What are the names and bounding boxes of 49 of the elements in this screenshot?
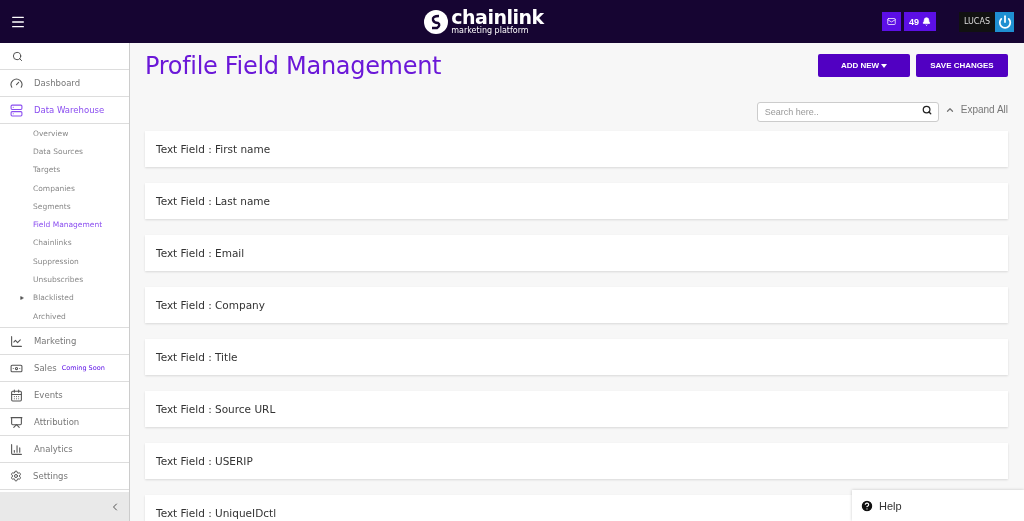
caret-icon[interactable] [20, 295, 24, 300]
bell-icon [921, 17, 931, 26]
search-icon[interactable] [12, 50, 23, 62]
field-card[interactable]: Text Field : Email [145, 235, 1008, 271]
field-label: Text Field : Company [156, 299, 265, 311]
help-tooltip[interactable]: Help [852, 490, 1024, 521]
field-card[interactable]: Text Field : Company [145, 287, 1008, 323]
sidebar-item[interactable]: Attribution [34, 417, 80, 428]
field-label: Text Field : UniqueIDctl [156, 507, 277, 519]
sidebar-item[interactable]: Sales [34, 363, 57, 374]
field-label: Text Field : Source URL [156, 403, 276, 415]
presentation-icon [10, 415, 23, 429]
sidebar-item[interactable]: Marketing [34, 336, 77, 347]
sidebar-item[interactable]: Data Warehouse [34, 105, 105, 115]
notifications-button[interactable]: 49 [903, 12, 936, 31]
field-label: Text Field : Last name [156, 195, 270, 207]
settings-icon [10, 470, 22, 483]
expand-all-button[interactable]: Expand All [944, 104, 1008, 115]
page-title: Profile Field Management [145, 51, 442, 80]
sidebar-item[interactable]: Settings [33, 471, 68, 482]
mail-button[interactable] [881, 12, 901, 31]
bar-chart-icon [10, 442, 23, 456]
user-name: LUCAS [958, 11, 995, 32]
sidebar-item[interactable]: Dashboard [34, 78, 81, 88]
power-button[interactable] [995, 11, 1014, 32]
gauge-icon [10, 76, 23, 90]
logo-tagline: marketing platform [451, 27, 530, 35]
line-chart-icon [10, 334, 23, 348]
help-icon [860, 498, 874, 513]
server-icon [10, 103, 23, 117]
field-label: Text Field : USERIP [156, 455, 253, 467]
field-label: Text Field : Email [156, 247, 245, 259]
mail-icon [886, 17, 896, 26]
logo-name: chainlink [451, 8, 544, 27]
action-button[interactable]: SAVE CHANGES [916, 54, 1008, 77]
field-label: Text Field : Title [156, 351, 238, 363]
sidebar-item[interactable]: Events [34, 390, 63, 401]
field-card[interactable]: Text Field : First name [145, 131, 1008, 167]
search-field[interactable]: Search here.. [756, 101, 939, 122]
field-label: Text Field : First name [156, 143, 271, 155]
field-card[interactable]: Text Field : USERIP [145, 443, 1008, 479]
field-card[interactable]: Text Field : Last name [145, 183, 1008, 219]
calendar-icon [10, 388, 23, 402]
field-card[interactable]: Text Field : Source URL [145, 391, 1008, 427]
sidebar-item[interactable]: Analytics [34, 444, 73, 455]
logo-icon [424, 9, 449, 34]
action-button[interactable]: ADD NEW [818, 54, 910, 77]
search-icon[interactable] [921, 104, 932, 115]
field-card[interactable]: Text Field : Title [145, 339, 1008, 375]
